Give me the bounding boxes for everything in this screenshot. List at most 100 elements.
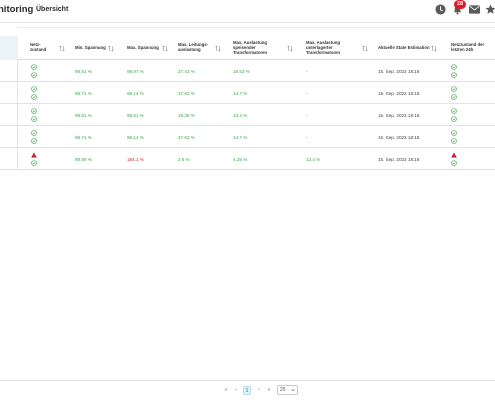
max-spannung-cell: 99.14 % — [127, 135, 144, 140]
max-spannung-cell: 99.97 % — [127, 69, 144, 74]
column-header-netzzustand-24h[interactable]: Netzzustand der letzten 24h — [451, 42, 491, 52]
netzzustand-24h-status — [451, 86, 457, 102]
netzzustand-24h-status — [451, 64, 457, 80]
pagination-first-button[interactable]: « — [222, 386, 230, 395]
max-auslastung-unterlagert-cell: - — [306, 91, 308, 96]
max-leitungsauslastung-cell: 27.43 % — [178, 69, 195, 74]
sort-icon[interactable] — [59, 45, 65, 52]
min-spannung-cell: 99.51 % — [75, 69, 92, 74]
check-circle-icon — [451, 72, 457, 78]
pagination-prev-button[interactable]: ‹ — [232, 386, 240, 395]
netzzustand-24h-status — [451, 152, 457, 168]
max-auslastung-speisend-cell: 4.28 % — [233, 157, 248, 162]
pagination-page-button[interactable]: 1 — [243, 386, 251, 395]
state-estimation-cell: 15. Sep. 2023 18:18 — [378, 69, 420, 74]
check-circle-icon — [31, 108, 37, 114]
app-title: nitoring — [0, 4, 34, 15]
column-header-max-auslastung-speisend[interactable]: Max. Auslastung speisender Transformator… — [233, 40, 283, 56]
column-header-max-auslastung-unterlagert[interactable]: Max. Auslastung unterlagerter Transforma… — [306, 40, 356, 56]
notification-badge: 28 — [454, 0, 466, 9]
check-circle-icon — [451, 160, 457, 166]
column-header-netzzustand[interactable]: Netz-zustand — [30, 42, 52, 52]
star-icon[interactable] — [485, 4, 495, 15]
warning-triangle-icon — [451, 152, 457, 158]
netzzustand-24h-status — [451, 108, 457, 124]
warning-triangle-icon — [31, 152, 37, 158]
max-spannung-cell: 99.14 % — [127, 91, 144, 96]
netzzustand-status — [31, 108, 37, 124]
check-circle-icon — [451, 138, 457, 144]
state-estimation-cell: 15. Sep. 2023 18:18 — [378, 113, 420, 118]
check-circle-icon — [31, 86, 37, 92]
row-select-cell[interactable] — [0, 126, 18, 147]
check-circle-icon — [31, 64, 37, 70]
sort-icon[interactable] — [362, 45, 368, 52]
max-leitungsauslastung-cell: 19.38 % — [178, 113, 195, 118]
netzzustand-status — [31, 86, 37, 102]
max-leitungsauslastung-cell: 37.62 % — [178, 135, 195, 140]
page-size-select[interactable]: 25 — [277, 385, 298, 395]
header-select-column — [0, 36, 18, 60]
column-header-state-estimation[interactable]: Aktuelle State Estimation — [378, 45, 433, 50]
netzzustand-status — [31, 130, 37, 146]
netzzustand-24h-status — [451, 130, 457, 146]
max-auslastung-unterlagert-cell: - — [306, 69, 308, 74]
max-auslastung-unterlagert-cell: - — [306, 135, 308, 140]
check-circle-icon — [31, 138, 37, 144]
row-select-cell[interactable] — [0, 104, 18, 125]
column-header-max-spannung[interactable]: Max. Spannung — [127, 45, 161, 50]
top-bar: nitoring Übersicht 28 — [0, 0, 495, 22]
max-leitungsauslastung-cell: 37.62 % — [178, 91, 195, 96]
table-row[interactable]: 99.51 % 99.97 % 27.43 % 18.53 % - 15. Sep. 20… — [0, 60, 495, 82]
footer-divider — [0, 380, 495, 381]
max-auslastung-unterlagert-cell: 13.4 % — [306, 157, 321, 162]
max-auslastung-speisend-cell: 13.2 % — [233, 113, 248, 118]
max-auslastung-speisend-cell: 14.7 % — [233, 91, 248, 96]
check-circle-icon — [451, 116, 457, 122]
sort-icon[interactable] — [431, 45, 437, 52]
check-circle-icon — [451, 94, 457, 100]
max-spannung-cell: 184.1 % — [127, 157, 144, 162]
pagination: « ‹ 1 › » — [0, 386, 495, 396]
max-auslastung-speisend-cell: 18.53 % — [233, 69, 250, 74]
state-estimation-cell: 15. Sep. 2023 18:18 — [378, 135, 420, 140]
column-header-min-spannung[interactable]: Min. Spannung — [75, 45, 109, 50]
check-circle-icon — [31, 72, 37, 78]
netzzustand-status — [31, 64, 37, 80]
toolbar-divider — [18, 27, 495, 28]
check-circle-icon — [31, 160, 37, 166]
table-row[interactable]: 99.51 % 99.51 % 19.38 % 13.2 % - 15. Sep. 202… — [0, 104, 495, 126]
max-spannung-cell: 99.51 % — [127, 113, 144, 118]
header-divider — [0, 22, 495, 23]
pagination-last-button[interactable]: » — [265, 386, 273, 395]
chevron-down-icon — [291, 388, 295, 392]
sort-icon[interactable] — [215, 45, 221, 52]
column-header-max-leitungsauslastung[interactable]: Max. Leitungs-auslastung — [178, 42, 212, 52]
pagination-next-button[interactable]: › — [255, 386, 263, 395]
mail-icon[interactable] — [469, 5, 480, 14]
sort-icon[interactable] — [108, 45, 114, 52]
min-spannung-cell: 89.89 % — [75, 157, 92, 162]
sort-icon[interactable] — [287, 45, 293, 52]
sort-icon[interactable] — [162, 45, 168, 52]
min-spannung-cell: 99.51 % — [75, 113, 92, 118]
tab-overview[interactable]: Übersicht — [36, 6, 68, 13]
check-circle-icon — [31, 94, 37, 100]
min-spannung-cell: 98.71 % — [75, 135, 92, 140]
check-circle-icon — [451, 86, 457, 92]
check-circle-icon — [451, 130, 457, 136]
row-select-cell[interactable] — [0, 60, 18, 81]
min-spannung-cell: 98.71 % — [75, 91, 92, 96]
table-row[interactable]: 98.71 % 99.14 % 37.62 % 14.7 % - 15. Sep. 202… — [0, 82, 495, 104]
state-estimation-cell: 15. Sep. 2023 18:18 — [378, 157, 420, 162]
table-row[interactable]: 98.71 % 99.14 % 37.62 % 14.7 % - 15. Sep. 202… — [0, 126, 495, 148]
clock-icon[interactable] — [435, 4, 446, 15]
table-header-row: Netz-zustand Min. Spannung Max. Spannung… — [0, 36, 495, 60]
row-select-cell[interactable] — [0, 148, 18, 169]
check-circle-icon — [31, 116, 37, 122]
state-estimation-cell: 15. Sep. 2023 18:18 — [378, 91, 420, 96]
netzzustand-status — [31, 152, 37, 168]
row-select-cell[interactable] — [0, 82, 18, 103]
table-row[interactable]: 89.89 % 184.1 % 2.8 % 4.28 % 13.4 % 15. Sep. … — [0, 148, 495, 170]
check-circle-icon — [31, 130, 37, 136]
